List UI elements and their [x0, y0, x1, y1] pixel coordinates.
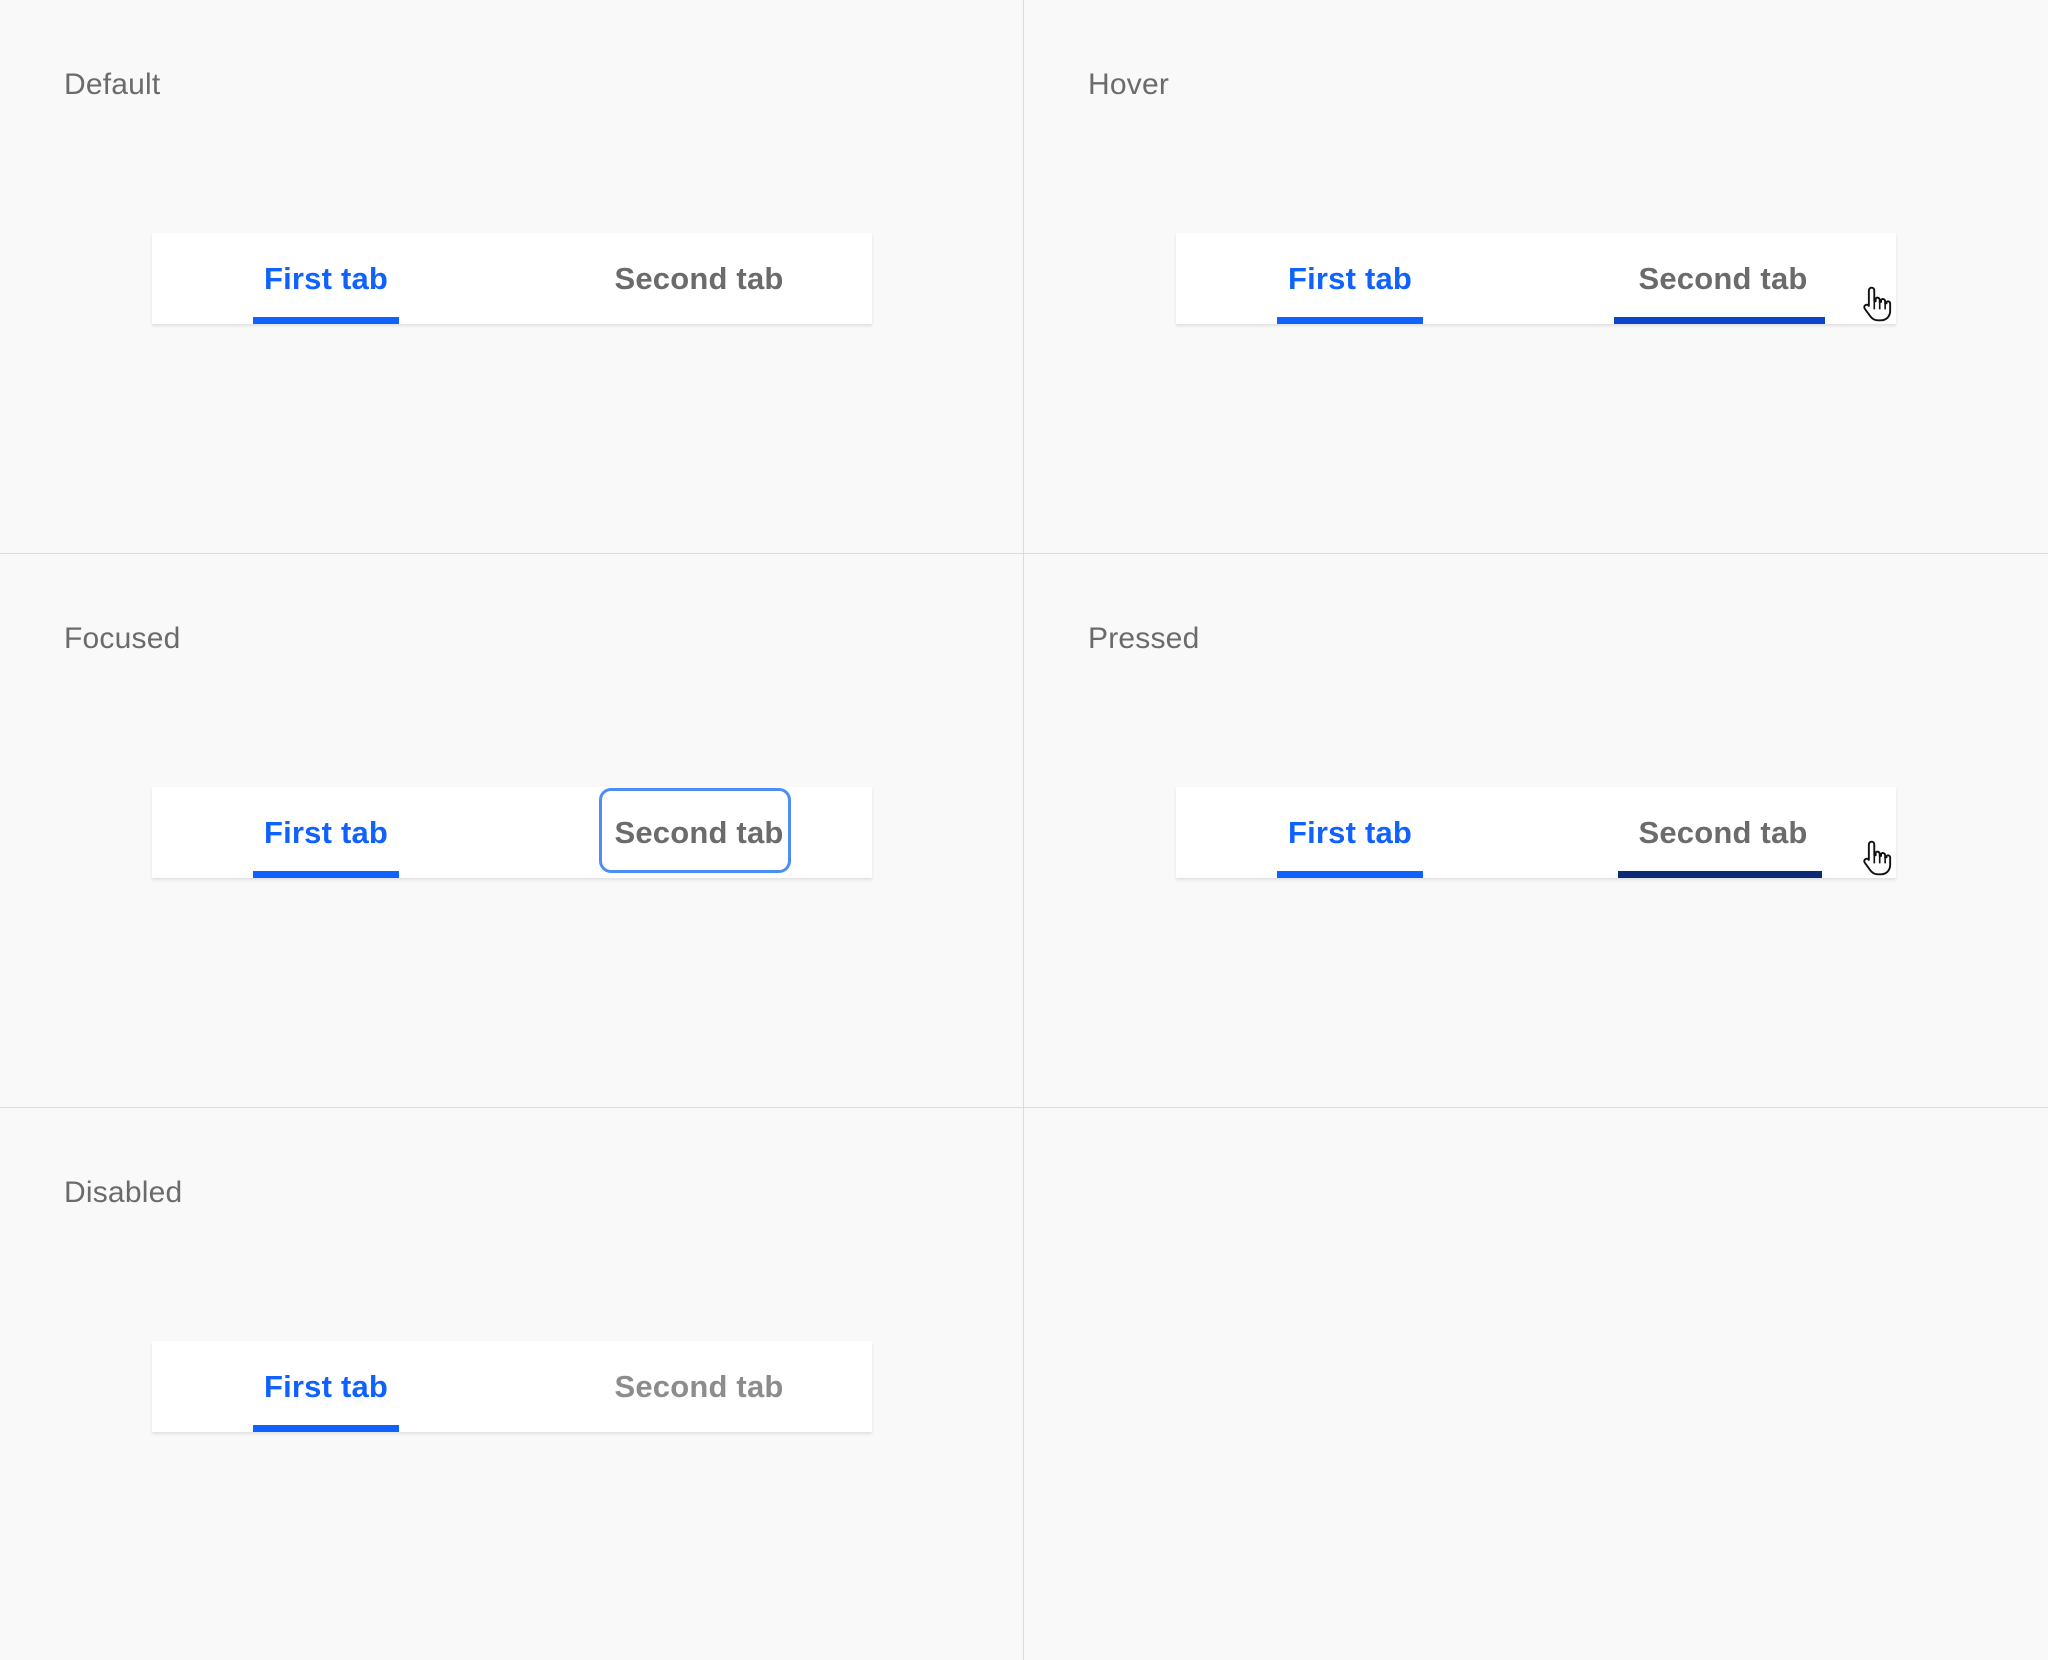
tab-second[interactable]: Second tab [1616, 233, 1830, 324]
state-cell-hover: Hover First tab Second tab [1024, 0, 2048, 553]
tab-first[interactable]: First tab [252, 1341, 400, 1432]
active-tab-underline [1277, 871, 1423, 878]
tab-first[interactable]: First tab [1276, 787, 1424, 878]
hand-pointer-cursor-icon [1863, 840, 1892, 876]
state-label: Default [64, 68, 161, 101]
tab-bar: First tab Second tab [152, 1341, 872, 1432]
tab-states-grid: Default First tab Second tab Hover First… [0, 0, 2048, 1660]
active-tab-underline [253, 1425, 399, 1432]
tab-bar: First tab Second tab [1176, 787, 1896, 878]
state-cell-pressed: Pressed First tab Second tab [1024, 554, 2048, 1107]
state-label: Pressed [1088, 622, 1200, 655]
state-cell-focused: Focused First tab Second tab [0, 554, 1023, 1107]
state-cell-disabled: Disabled First tab Second tab [0, 1108, 1023, 1660]
tab-bar: First tab Second tab [152, 233, 872, 324]
active-tab-underline [253, 871, 399, 878]
tab-first[interactable]: First tab [252, 787, 400, 878]
state-label: Disabled [64, 1176, 183, 1209]
tab-second[interactable]: Second tab [592, 233, 806, 324]
tab-first[interactable]: First tab [252, 233, 400, 324]
state-label: Focused [64, 622, 181, 655]
hand-pointer-cursor-icon [1863, 286, 1892, 322]
tab-second[interactable]: Second tab [592, 787, 806, 878]
pressed-tab-underline [1618, 871, 1822, 878]
empty-cell [1024, 1108, 2048, 1660]
active-tab-underline [1277, 317, 1423, 324]
tab-second-disabled: Second tab [614, 1368, 784, 1404]
tab-first[interactable]: First tab [1276, 233, 1424, 324]
tab-bar: First tab Second tab [152, 787, 872, 878]
tab-bar: First tab Second tab [1176, 233, 1896, 324]
state-cell-default: Default First tab Second tab [0, 0, 1023, 553]
active-tab-underline [253, 317, 399, 324]
state-label: Hover [1088, 68, 1170, 101]
tab-second[interactable]: Second tab [1616, 787, 1830, 878]
hover-tab-underline [1614, 317, 1825, 324]
